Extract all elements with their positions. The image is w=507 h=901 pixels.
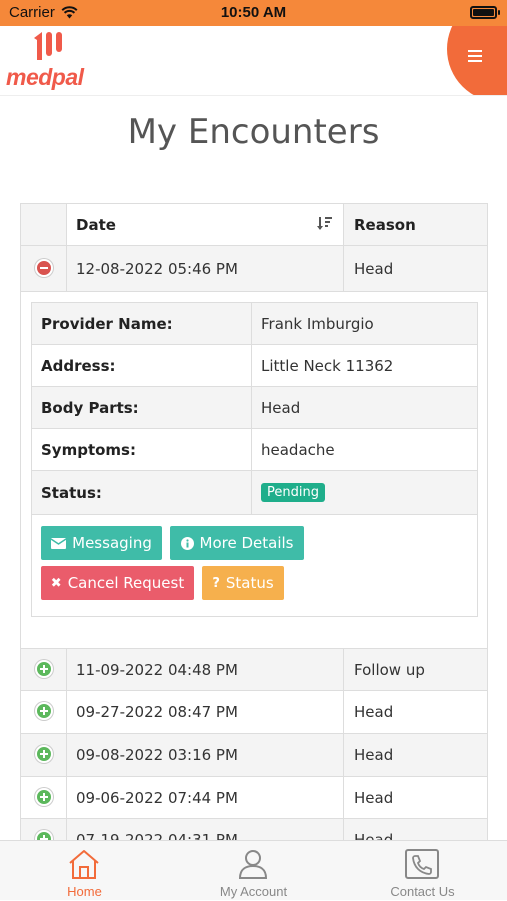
- column-header-reason[interactable]: Reason: [344, 204, 487, 245]
- detail-row-body-parts: Body Parts: Head: [32, 387, 477, 429]
- table-row[interactable]: 09-27-2022 08:47 PM Head: [21, 691, 487, 734]
- user-icon: [238, 850, 268, 879]
- row-detail-panel: Provider Name: Frank Imburgio Address: L…: [21, 292, 487, 649]
- row-date: 09-27-2022 08:47 PM: [67, 691, 344, 733]
- detail-row-status: Status: Pending: [32, 471, 477, 515]
- encounters-table: Date Reason 12-08-2022 05:46 PM Head Pro…: [20, 203, 488, 840]
- envelope-icon: [51, 537, 67, 549]
- encounter-details-card: Provider Name: Frank Imburgio Address: L…: [31, 302, 478, 617]
- row-reason: Head: [354, 703, 394, 721]
- header-toggle-cell: [21, 204, 67, 245]
- row-reason: Head: [354, 259, 394, 278]
- messaging-button[interactable]: Messaging: [41, 526, 162, 560]
- row-reason: Head: [354, 788, 394, 807]
- menu-button[interactable]: [447, 26, 507, 95]
- detail-row-provider: Provider Name: Frank Imburgio: [32, 303, 477, 345]
- logo-wordmark: medpal: [6, 64, 84, 90]
- battery-icon: [470, 6, 500, 19]
- row-reason: Head: [354, 746, 394, 764]
- clock: 10:50 AM: [220, 4, 287, 21]
- row-date: 07-19-2022 04:31 PM: [67, 819, 344, 840]
- expand-row-icon[interactable]: [35, 788, 53, 806]
- expand-row-icon[interactable]: [35, 745, 53, 763]
- expand-row-icon[interactable]: [35, 830, 53, 840]
- tab-home-label: Home: [67, 884, 102, 899]
- detail-row-address: Address: Little Neck 11362: [32, 345, 477, 387]
- status-bar: Carrier 10:50 AM: [0, 0, 507, 26]
- page-title: My Encounters: [127, 112, 380, 152]
- sort-icon[interactable]: [317, 216, 333, 232]
- hamburger-icon: [468, 50, 482, 65]
- status-button[interactable]: ? Status: [202, 566, 284, 600]
- logo-mark-icon: [34, 32, 62, 60]
- column-header-date[interactable]: Date: [67, 204, 344, 245]
- tab-home[interactable]: Home: [0, 841, 169, 901]
- table-row[interactable]: 09-06-2022 07:44 PM Head: [21, 777, 487, 819]
- status-badge: Pending: [261, 483, 325, 502]
- row-date: 12-08-2022 05:46 PM: [67, 246, 344, 291]
- cancel-request-button[interactable]: ✖ Cancel Request: [41, 566, 194, 600]
- table-header-row: Date Reason: [21, 204, 487, 246]
- row-reason: Head: [354, 830, 394, 841]
- table-row-expanded[interactable]: 12-08-2022 05:46 PM Head: [21, 246, 487, 292]
- expand-row-icon[interactable]: [35, 660, 53, 678]
- home-icon: [69, 850, 99, 879]
- medpal-logo[interactable]: medpal: [6, 28, 106, 94]
- table-row[interactable]: 07-19-2022 04:31 PM Head: [21, 819, 487, 840]
- tab-my-account-label: My Account: [219, 884, 288, 899]
- tab-contact-us-label: Contact Us: [390, 884, 455, 899]
- collapse-row-icon[interactable]: [35, 259, 53, 277]
- close-icon: ✖: [50, 575, 62, 591]
- row-date: 09-08-2022 03:16 PM: [67, 734, 344, 776]
- row-date: 09-06-2022 07:44 PM: [67, 777, 344, 818]
- more-details-button[interactable]: More Details: [170, 526, 304, 560]
- phone-icon: [405, 849, 439, 879]
- app-header: medpal: [0, 26, 507, 96]
- question-icon: ?: [212, 575, 220, 591]
- table-row[interactable]: 09-08-2022 03:16 PM Head: [21, 734, 487, 777]
- bottom-tab-bar: Home My Account Contact Us: [0, 840, 507, 900]
- table-row[interactable]: 11-09-2022 04:48 PM Follow up: [21, 649, 487, 691]
- info-icon: [180, 536, 194, 550]
- row-date: 11-09-2022 04:48 PM: [67, 649, 344, 690]
- detail-row-symptoms: Symptoms: headache: [32, 429, 477, 471]
- tab-my-account[interactable]: My Account: [169, 841, 338, 901]
- expand-row-icon[interactable]: [35, 702, 53, 720]
- tab-contact-us[interactable]: Contact Us: [338, 841, 507, 901]
- row-reason: Follow up: [354, 660, 425, 679]
